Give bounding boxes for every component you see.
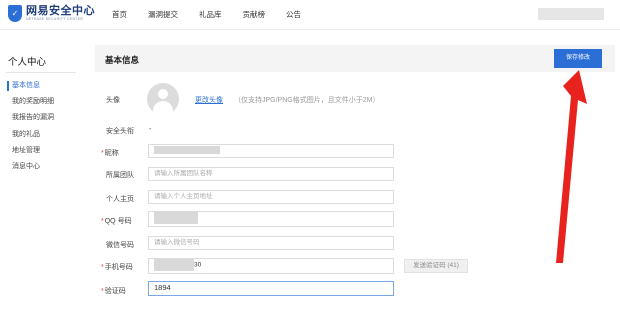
annotation-arrow-icon (556, 70, 587, 263)
arrow-shape (556, 70, 587, 263)
